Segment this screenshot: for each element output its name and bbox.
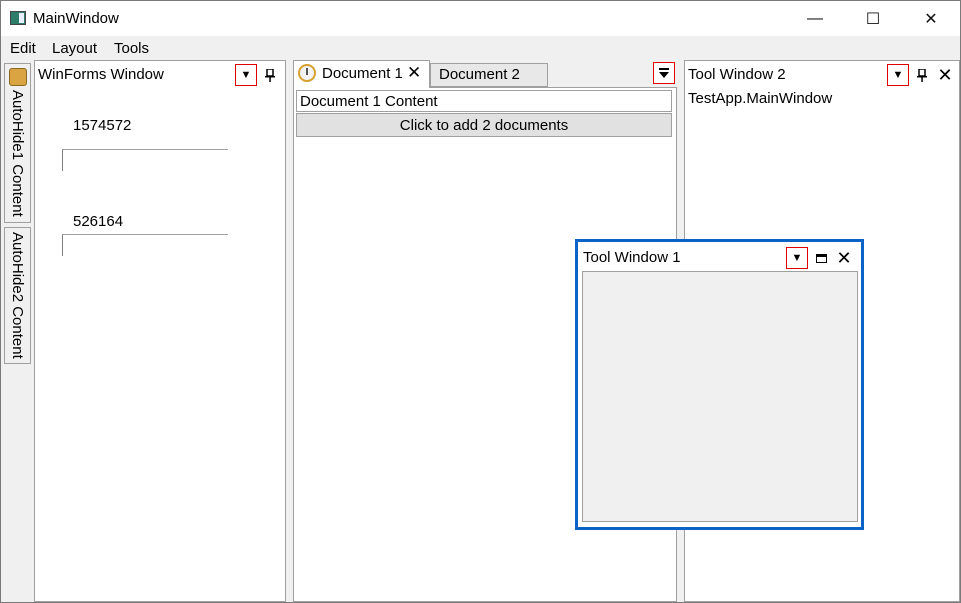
tool-window-2-text: TestApp.MainWindow [688, 90, 833, 107]
tab-document-1-close-icon[interactable]: ✕ [407, 63, 421, 83]
close-button[interactable]: ✕ [908, 1, 954, 36]
tab-document-1[interactable]: Document 1 ✕ [293, 60, 430, 88]
tool-window-1-floating[interactable]: Tool Window 1 ▼ ✕ [575, 239, 864, 530]
document-1-content-label: Document 1 Content [300, 93, 438, 110]
tool-window-1-title: Tool Window 1 [583, 249, 681, 266]
document-list-icon [659, 68, 669, 78]
tool-window-1-close-icon[interactable]: ✕ [836, 247, 852, 269]
add-documents-button[interactable]: Click to add 2 documents [296, 113, 672, 137]
tool-window-2-close-icon[interactable]: ✕ [937, 64, 953, 86]
pin-icon [917, 68, 927, 82]
document-list-button[interactable] [653, 62, 675, 84]
value-label-2: 526164 [73, 213, 124, 230]
autohide-icon [9, 68, 27, 86]
value-label-1: 1574572 [73, 117, 132, 134]
tool-window-2-dropdown-button[interactable]: ▼ [887, 64, 909, 86]
tool-window-1-maximize-icon[interactable] [813, 247, 829, 269]
clock-icon [298, 64, 316, 82]
menu-bar: Edit Layout Tools [1, 36, 960, 60]
minimize-button[interactable]: — [792, 1, 838, 36]
autohide-tab-2[interactable]: AutoHide2 Content [4, 227, 31, 364]
winforms-dropdown-button[interactable]: ▼ [235, 64, 257, 86]
value-input-1[interactable] [62, 149, 228, 171]
tab-document-2[interactable]: Document 2 [430, 63, 548, 87]
maximize-button[interactable]: ☐ [850, 1, 896, 36]
menu-edit[interactable]: Edit [10, 40, 36, 57]
main-window: MainWindow — ☐ ✕ Edit Layout Tools AutoH… [0, 0, 961, 603]
title-bar[interactable]: MainWindow — ☐ ✕ [1, 1, 960, 36]
tool-window-1-content [582, 271, 858, 522]
app-icon [10, 11, 26, 25]
tool-window-1-dropdown-button[interactable]: ▼ [786, 247, 808, 269]
menu-layout[interactable]: Layout [52, 40, 97, 57]
tool-window-2-pin-button[interactable] [915, 64, 929, 86]
winforms-panel-title: WinForms Window [38, 66, 164, 83]
winforms-pin-icon[interactable] [263, 64, 277, 86]
tool-window-2-title: Tool Window 2 [688, 66, 786, 83]
tab-document-1-label: Document 1 [322, 65, 403, 82]
autohide-tab-2-label: AutoHide2 Content [9, 232, 26, 359]
value-input-2[interactable] [62, 234, 228, 256]
document-1-content-label-box: Document 1 Content [296, 90, 672, 112]
window-title: MainWindow [33, 10, 119, 27]
autohide-tab-1-label: AutoHide1 Content [9, 90, 26, 217]
tab-document-2-label: Document 2 [439, 66, 520, 83]
pin-icon [265, 68, 275, 82]
menu-tools[interactable]: Tools [114, 40, 149, 57]
autohide-tab-1[interactable]: AutoHide1 Content [4, 63, 31, 223]
winforms-panel: WinForms Window ▼ 1574572 526164 [34, 60, 286, 602]
